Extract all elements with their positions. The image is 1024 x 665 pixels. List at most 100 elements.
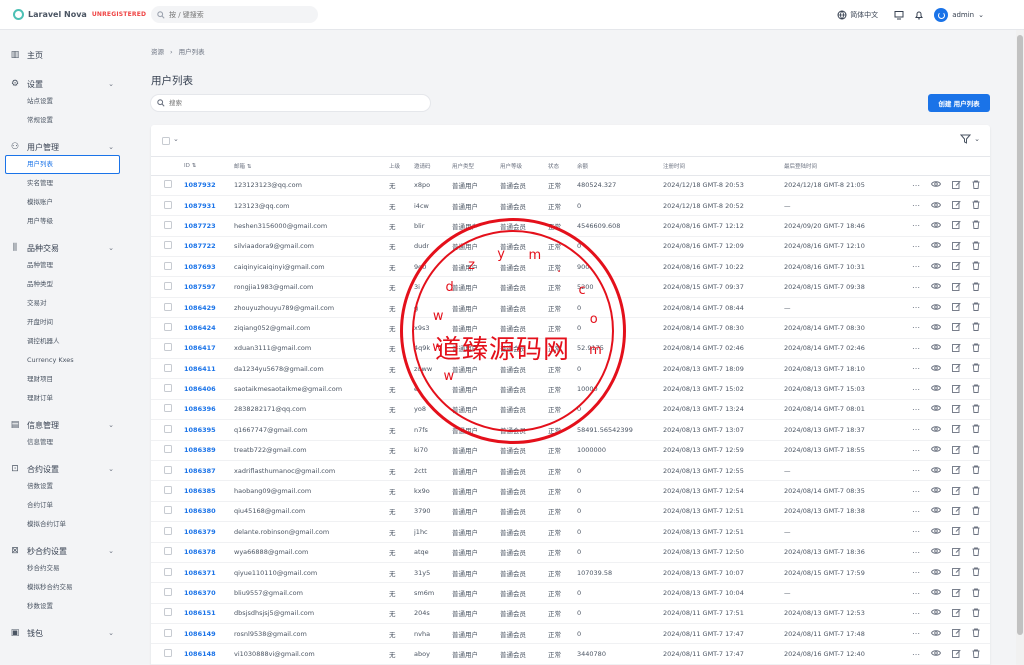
page-scrollbar[interactable] — [1016, 30, 1024, 665]
sidebar-item-pairs[interactable]: 交易对 — [0, 294, 140, 313]
edit-icon[interactable] — [950, 628, 962, 639]
user-id-link[interactable]: 1086371 — [184, 562, 234, 584]
sidebar-item-products[interactable]: 品种管理 — [0, 256, 140, 275]
user-id-link[interactable]: 1087722 — [184, 236, 234, 258]
sidebar-item-demo-second-trading[interactable]: 模拟秒合约交易 — [0, 578, 140, 597]
sidebar-group-trading[interactable]: ⫼ 品种交易 ⌄ — [0, 240, 140, 256]
table-row[interactable]: 1086396 2838282171@qq.com 无 yo8 普通用户 普通会员 正常 0 2… — [151, 399, 990, 421]
more-icon[interactable]: ⋯ — [910, 527, 922, 536]
user-id-link[interactable]: 1086417 — [184, 338, 234, 360]
sidebar-group-settings[interactable]: ⚙ 设置 ⌄ — [0, 76, 140, 92]
user-id-link[interactable]: 1086396 — [184, 399, 234, 421]
edit-icon[interactable] — [950, 404, 962, 415]
row-checkbox[interactable] — [163, 465, 172, 474]
trash-icon[interactable] — [970, 363, 982, 374]
edit-icon[interactable] — [950, 241, 962, 252]
column-header[interactable]: ID ⇅ — [184, 157, 234, 176]
eye-icon[interactable] — [930, 323, 942, 333]
eye-icon[interactable] — [930, 303, 942, 313]
trash-icon[interactable] — [970, 588, 982, 599]
sidebar-group-users[interactable]: ⚇ 用户管理 ⌄ — [0, 139, 140, 155]
row-checkbox[interactable] — [163, 608, 172, 617]
eye-icon[interactable] — [930, 180, 942, 190]
eye-icon[interactable] — [930, 384, 942, 394]
user-id-link[interactable]: 1086385 — [184, 480, 234, 502]
trash-icon[interactable] — [970, 343, 982, 354]
table-row[interactable]: 1086380 qiu45168@gmail.com 无 3790 普通用户 普通会员 正常… — [151, 501, 990, 523]
more-icon[interactable]: ⋯ — [910, 242, 922, 251]
edit-icon[interactable] — [950, 526, 962, 537]
trash-icon[interactable] — [970, 384, 982, 395]
row-checkbox[interactable] — [163, 384, 172, 393]
user-id-link[interactable]: 1086406 — [184, 378, 234, 400]
table-row[interactable]: 1086411 da1234yu5678@gmail.com 无 zuww 普通用户 普通… — [151, 358, 990, 380]
table-row[interactable]: 1086379 delante.robinson@gmail.com 无 j1hc 普通… — [151, 521, 990, 543]
more-icon[interactable]: ⋯ — [910, 425, 922, 434]
sidebar-item-multiplier[interactable]: 倍数设置 — [0, 477, 140, 496]
user-id-link[interactable]: 1087931 — [184, 195, 234, 217]
user-id-link[interactable]: 1086379 — [184, 521, 234, 543]
eye-icon[interactable] — [930, 629, 942, 639]
edit-icon[interactable] — [950, 506, 962, 517]
edit-icon[interactable] — [950, 302, 962, 313]
row-checkbox[interactable] — [163, 506, 172, 515]
language-switcher[interactable]: 简体中文 — [837, 10, 878, 20]
sidebar-group-wallet[interactable]: ▣ 钱包 ⌄ — [0, 625, 140, 641]
user-id-link[interactable]: 1086380 — [184, 501, 234, 523]
more-icon[interactable]: ⋯ — [910, 262, 922, 271]
edit-icon[interactable] — [950, 261, 962, 272]
trash-icon[interactable] — [970, 282, 982, 293]
sidebar-item-general-settings[interactable]: 常规设置 — [0, 111, 140, 130]
edit-icon[interactable] — [950, 282, 962, 293]
sidebar-group-contract[interactable]: ⊡ 合约设置 ⌄ — [0, 461, 140, 477]
eye-icon[interactable] — [930, 262, 942, 272]
row-checkbox[interactable] — [163, 302, 172, 311]
more-icon[interactable]: ⋯ — [910, 201, 922, 210]
row-checkbox[interactable] — [163, 261, 172, 270]
table-row[interactable]: 1086406 saotaikmesaotaikme@gmail.com 无 e 普通用… — [151, 378, 990, 400]
eye-icon[interactable] — [930, 588, 942, 598]
more-icon[interactable]: ⋯ — [910, 568, 922, 577]
edit-icon[interactable] — [950, 547, 962, 558]
sidebar-item-robot[interactable]: 调控机器人 — [0, 332, 140, 351]
eye-icon[interactable] — [930, 466, 942, 476]
more-icon[interactable]: ⋯ — [910, 385, 922, 394]
trash-icon[interactable] — [970, 424, 982, 435]
eye-icon[interactable] — [930, 649, 942, 659]
more-icon[interactable]: ⋯ — [910, 446, 922, 455]
more-icon[interactable]: ⋯ — [910, 364, 922, 373]
user-id-link[interactable]: 1086389 — [184, 440, 234, 461]
bell-icon[interactable] — [914, 10, 924, 20]
sidebar-item-second-settings[interactable]: 秒数设置 — [0, 597, 140, 616]
sidebar-item-open-hours[interactable]: 开盘时间 — [0, 313, 140, 332]
user-id-link[interactable]: 1086429 — [184, 297, 234, 319]
eye-icon[interactable] — [930, 486, 942, 496]
table-row[interactable]: 1087932 123123123@qq.com 无 x8po 普通用户 普通会员 正常 48… — [151, 175, 990, 196]
breadcrumb-root[interactable]: 资源 — [151, 48, 164, 56]
more-icon[interactable]: ⋯ — [910, 405, 922, 414]
more-icon[interactable]: ⋯ — [910, 344, 922, 353]
eye-icon[interactable] — [930, 364, 942, 374]
edit-icon[interactable] — [950, 363, 962, 374]
trash-icon[interactable] — [970, 445, 982, 456]
row-checkbox[interactable] — [163, 220, 172, 229]
eye-icon[interactable] — [930, 221, 942, 231]
more-icon[interactable]: ⋯ — [910, 507, 922, 516]
trash-icon[interactable] — [970, 200, 982, 211]
eye-icon[interactable] — [930, 608, 942, 618]
edit-icon[interactable] — [950, 424, 962, 435]
more-icon[interactable]: ⋯ — [910, 181, 922, 190]
trash-icon[interactable] — [970, 649, 982, 660]
table-row[interactable]: 1086385 haobang09@gmail.com 无 kx9o 普通用户 普通会员正… — [151, 480, 990, 502]
edit-icon[interactable] — [950, 608, 962, 619]
trash-icon[interactable] — [970, 220, 982, 231]
sidebar-item-kyc[interactable]: 实名管理 — [0, 174, 140, 193]
table-row[interactable]: 1086389 treatb722@gmail.com 无 ki70 普通用户 普通会员正… — [151, 440, 990, 461]
row-checkbox[interactable] — [163, 628, 172, 637]
sidebar-item-demo-accounts[interactable]: 模拟账户 — [0, 193, 140, 212]
more-icon[interactable]: ⋯ — [910, 609, 922, 618]
user-id-link[interactable]: 1087693 — [184, 256, 234, 278]
eye-icon[interactable] — [930, 568, 942, 578]
more-icon[interactable]: ⋯ — [910, 283, 922, 292]
table-row[interactable]: 1087693 caiqinyicaiqinyi@gmail.com 无 9g0 普通用… — [151, 256, 990, 278]
